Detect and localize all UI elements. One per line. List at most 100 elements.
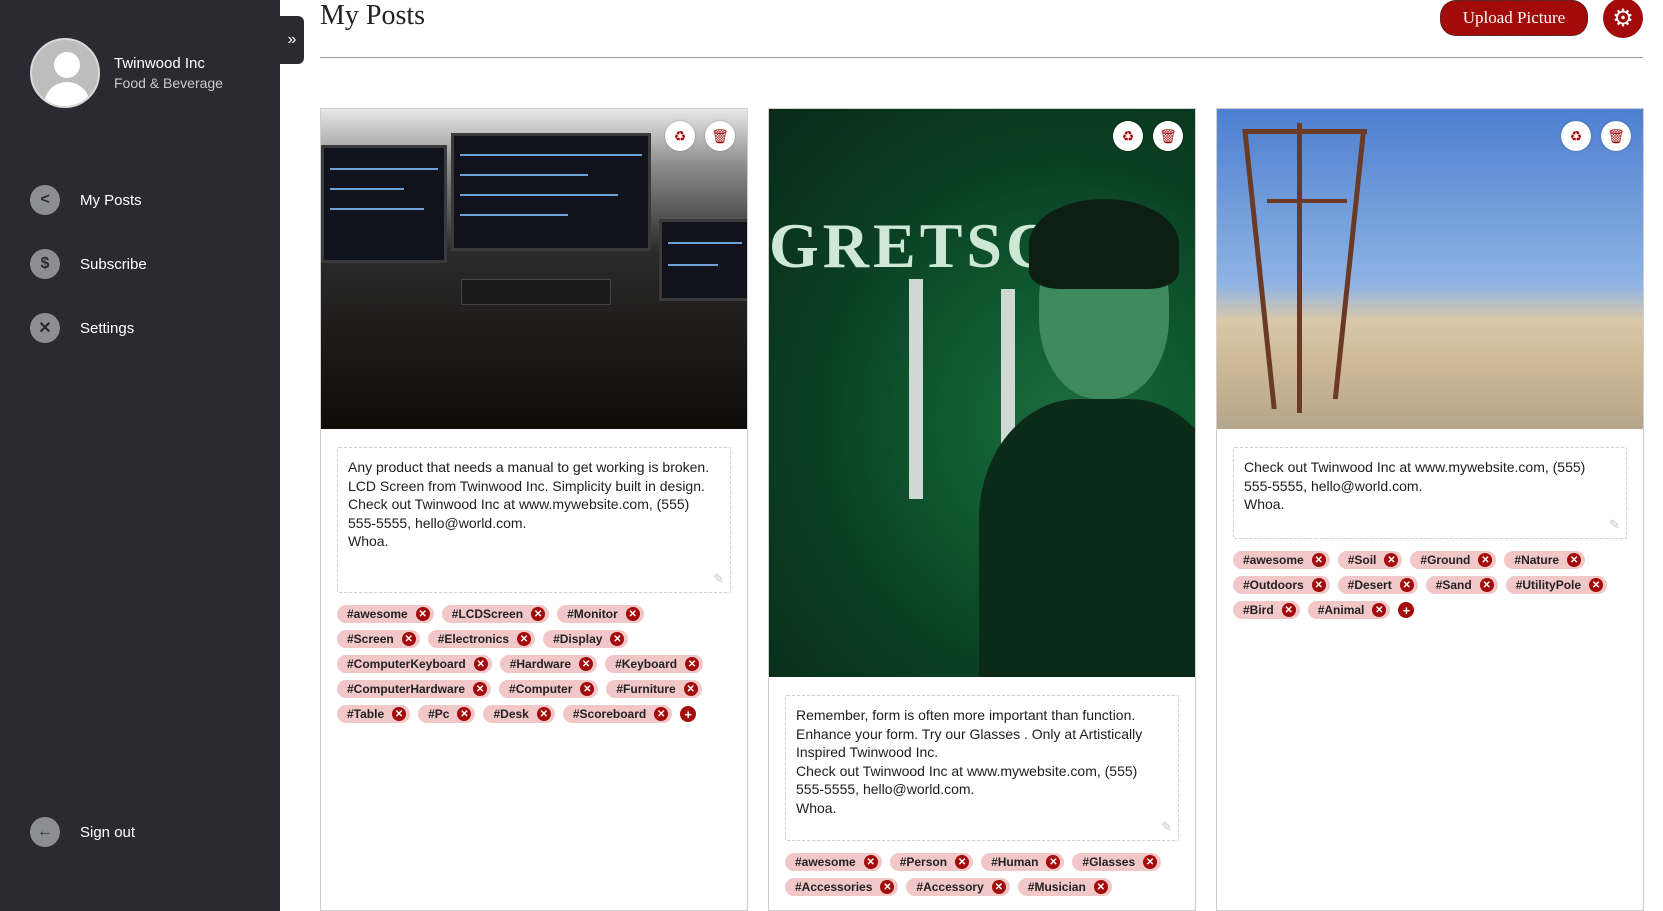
remove-tag-icon[interactable]: ✕ [392,707,407,721]
remove-tag-icon[interactable]: ✕ [654,707,669,721]
tag-chip: #Desert ✕ [1337,576,1418,594]
tag-chip: #Nature ✕ [1504,551,1586,569]
remove-tag-icon[interactable]: ✕ [1311,553,1326,567]
remove-tag-icon[interactable]: ✕ [955,855,970,869]
remove-tag-icon[interactable]: ✕ [517,632,532,646]
dollar-icon: $ [30,249,60,279]
post-image: ♻ 🗑 [321,109,747,429]
remove-tag-icon[interactable]: ✕ [1567,553,1582,567]
share-icon: < [30,185,60,215]
post-caption[interactable]: Any product that needs a manual to get w… [337,447,731,593]
avatar[interactable] [30,38,100,108]
remove-tag-icon[interactable]: ✕ [457,707,472,721]
remove-tag-icon[interactable]: ✕ [579,657,594,671]
remove-tag-icon[interactable]: ✕ [531,607,546,621]
remove-tag-icon[interactable]: ✕ [401,632,416,646]
recycle-icon[interactable]: ♻ [665,121,695,151]
upload-picture-button[interactable]: Upload Picture [1440,0,1588,36]
pencil-icon: ✎ [1609,516,1620,532]
tower-leg-shape [1242,129,1277,409]
tag-label: #ComputerHardware [347,682,466,696]
tag-label: #Accessories [795,880,873,894]
tag-chip: #Soil ✕ [1337,551,1403,569]
post-caption[interactable]: Remember, form is often more important t… [785,695,1179,841]
remove-tag-icon[interactable]: ✕ [415,607,430,621]
sidebar-item-subscribe[interactable]: $ Subscribe [30,232,147,296]
gear-icon[interactable]: ⚙ [1603,0,1643,38]
remove-tag-icon[interactable]: ✕ [610,632,625,646]
trash-icon[interactable]: 🗑 [705,121,735,151]
tower-crossbar-shape [1267,199,1347,203]
tag-label: #Musician [1027,880,1086,894]
sidebar-item-my-posts[interactable]: < My Posts [30,168,147,232]
add-tag-icon[interactable]: + [1398,602,1415,618]
tag-chip: #Computer ✕ [499,680,599,698]
tower-leg-shape [1297,123,1302,413]
tag-label: #Nature [1514,553,1560,567]
remove-tag-icon[interactable]: ✕ [1281,603,1296,617]
tag-chip: #UtilityPole ✕ [1505,576,1608,594]
tower-crossbar-shape [1247,129,1367,134]
sidebar-collapse-button[interactable]: » [280,16,304,64]
person-shape [979,179,1195,677]
tag-label: #Monitor [567,607,618,621]
avatar-head-shape [54,52,80,78]
sign-out-button[interactable]: ← Sign out [30,800,135,864]
remove-tag-icon[interactable]: ✕ [1372,603,1387,617]
tag-chip: #Screen ✕ [337,630,420,648]
tag-label: #Display [553,632,603,646]
tag-label: #Screen [347,632,394,646]
post-image: ♻ 🗑 [1217,109,1643,429]
tag-chip: #Hardware ✕ [499,655,598,673]
trash-icon[interactable]: 🗑 [1601,121,1631,151]
remove-tag-icon[interactable]: ✕ [536,707,551,721]
tag-chip: #Ground ✕ [1410,551,1497,569]
sidebar-nav: < My Posts $ Subscribe ✕ Settings [30,168,147,360]
tag-label: #Scoreboard [572,707,647,721]
monitor-shape [321,145,447,263]
remove-tag-icon[interactable]: ✕ [880,880,895,894]
tag-label: #Person [899,855,948,869]
recycle-icon[interactable]: ♻ [1113,121,1143,151]
tag-chip: #awesome ✕ [337,605,434,623]
post-card: ♻ 🗑 Any product that needs a manual to g… [320,108,748,911]
tag-label: #awesome [347,607,408,621]
remove-tag-icon[interactable]: ✕ [685,657,700,671]
trash-icon[interactable]: 🗑 [1153,121,1183,151]
tag-chip: #awesome ✕ [1233,551,1330,569]
remove-tag-icon[interactable]: ✕ [1478,553,1493,567]
monitor-shape [451,133,651,251]
tag-chip: #awesome ✕ [785,853,882,871]
remove-tag-icon[interactable]: ✕ [1479,578,1494,592]
remove-tag-icon[interactable]: ✕ [1093,880,1108,894]
tag-chip: #Keyboard ✕ [605,655,704,673]
remove-tag-icon[interactable]: ✕ [1399,578,1414,592]
post-image: GRETSCH ♻ 🗑 [769,109,1195,677]
recycle-icon[interactable]: ♻ [1561,121,1591,151]
remove-tag-icon[interactable]: ✕ [473,682,488,696]
remove-tag-icon[interactable]: ✕ [991,880,1006,894]
sidebar: Twinwood Inc Food & Beverage < My Posts … [0,0,280,911]
tag-chip: #Scoreboard ✕ [562,705,673,723]
remove-tag-icon[interactable]: ✕ [1143,855,1158,869]
sidebar-item-settings[interactable]: ✕ Settings [30,296,147,360]
company-name: Twinwood Inc [114,55,205,72]
sidebar-item-label: My Posts [80,191,142,209]
tag-chip: #Monitor ✕ [557,605,644,623]
remove-tag-icon[interactable]: ✕ [473,657,488,671]
caption-text: Any product that needs a manual to get w… [348,459,710,549]
add-tag-icon[interactable]: + [680,706,697,722]
remove-tag-icon[interactable]: ✕ [1589,578,1604,592]
remove-tag-icon[interactable]: ✕ [1046,855,1061,869]
remove-tag-icon[interactable]: ✕ [1311,578,1326,592]
remove-tag-icon[interactable]: ✕ [863,855,878,869]
tag-chip: #Accessories ✕ [785,878,899,896]
tag-label: #Outdoors [1243,578,1304,592]
remove-tag-icon[interactable]: ✕ [580,682,595,696]
remove-tag-icon[interactable]: ✕ [683,682,698,696]
tag-chip: #Human ✕ [981,853,1065,871]
remove-tag-icon[interactable]: ✕ [625,607,640,621]
remove-tag-icon[interactable]: ✕ [1384,553,1399,567]
post-caption[interactable]: Check out Twinwood Inc at www.mywebsite.… [1233,447,1627,539]
tag-list: #awesome ✕ #Person ✕ #Human ✕ #Glasses ✕ #Access… [785,853,1179,903]
